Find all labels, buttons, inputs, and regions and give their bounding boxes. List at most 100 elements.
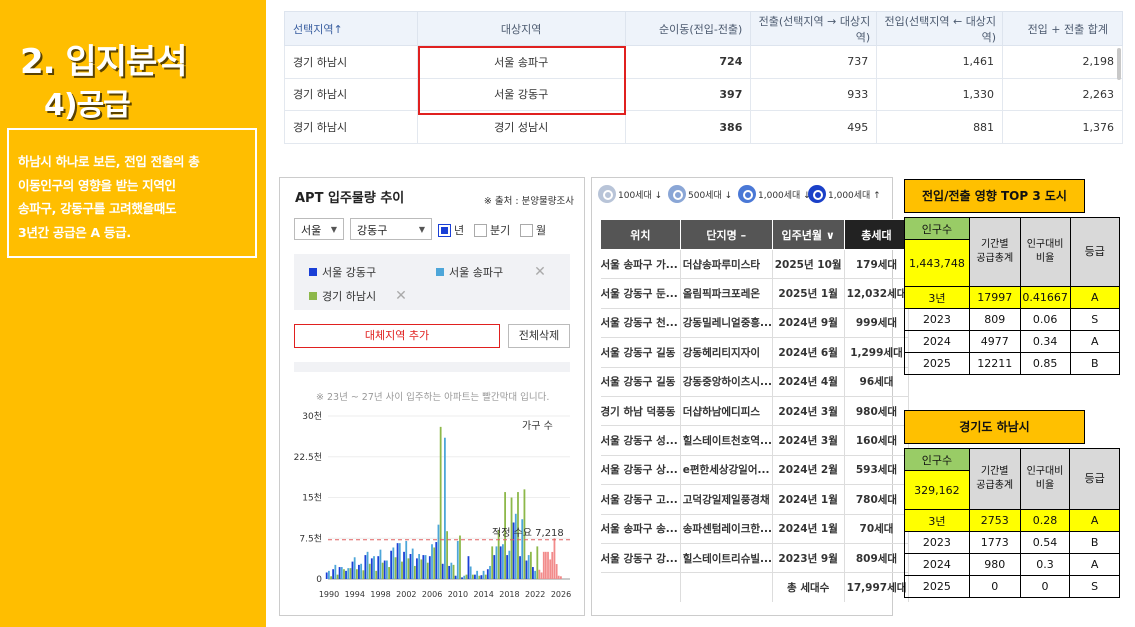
chart-bar[interactable] bbox=[340, 567, 343, 579]
chart-bar[interactable] bbox=[433, 547, 436, 579]
chart-bar[interactable] bbox=[446, 531, 448, 579]
chart-bar[interactable] bbox=[482, 570, 485, 579]
chart-bar[interactable] bbox=[347, 568, 350, 579]
chart-bar[interactable] bbox=[401, 561, 403, 579]
chart-bar[interactable] bbox=[506, 555, 509, 579]
size-filter[interactable]: 500세대 ↓ bbox=[668, 185, 732, 203]
chart-bar[interactable] bbox=[381, 562, 384, 579]
chart-bar[interactable] bbox=[420, 559, 423, 579]
chart-bar[interactable] bbox=[448, 565, 451, 579]
table-row[interactable]: 서울 강동구 천... 강동밀레니얼중흥... 2024년 9월 999세대 bbox=[600, 308, 910, 339]
chart-bar[interactable] bbox=[467, 556, 470, 579]
chart-bar[interactable] bbox=[486, 569, 489, 579]
chart-bar[interactable] bbox=[403, 551, 405, 579]
chart-bar[interactable] bbox=[542, 551, 545, 579]
table-row[interactable]: 경기 하남시 경기 성남시 386 495 881 1,376 bbox=[284, 110, 1123, 144]
chart-bar[interactable] bbox=[364, 555, 367, 579]
chart-bar[interactable] bbox=[398, 543, 401, 579]
chart-bar[interactable] bbox=[553, 538, 556, 579]
close-icon[interactable]: ✕ bbox=[395, 288, 407, 304]
chart-bar[interactable] bbox=[450, 562, 453, 579]
chart-bar[interactable] bbox=[368, 563, 371, 579]
column-header[interactable]: 전입(선택지역 ← 대상지역) bbox=[876, 11, 1004, 46]
table-row[interactable]: 서울 송파구 가... 더샵송파루미스타 2025년 10월 179세대 bbox=[600, 249, 910, 280]
period-month-checkbox[interactable]: 월 bbox=[520, 222, 546, 238]
chart-bar[interactable] bbox=[476, 570, 479, 579]
table-row[interactable]: 서울 송파구 송... 송파센텀레이크한... 2024년 1월 70세대 bbox=[600, 514, 910, 544]
chart-bar[interactable] bbox=[484, 574, 487, 579]
column-header[interactable]: 위치 bbox=[600, 219, 681, 250]
chart-bar[interactable] bbox=[328, 570, 330, 579]
column-header-sort[interactable]: 선택지역↑ bbox=[284, 11, 418, 46]
chart-bar[interactable] bbox=[480, 575, 483, 579]
chart-bar[interactable] bbox=[529, 551, 532, 579]
chart-bar[interactable] bbox=[388, 567, 390, 579]
chart-bar[interactable] bbox=[557, 575, 560, 579]
district-select[interactable]: 강동구 ▼ bbox=[350, 218, 432, 240]
chart-bar[interactable] bbox=[325, 572, 328, 579]
chart-bar[interactable] bbox=[409, 554, 412, 579]
chart-bar[interactable] bbox=[377, 556, 380, 579]
chart-bar[interactable] bbox=[499, 546, 502, 579]
chart-bar[interactable] bbox=[428, 556, 431, 579]
chart-bar[interactable] bbox=[437, 524, 440, 579]
chart-bar[interactable] bbox=[353, 557, 356, 579]
chart-bar[interactable] bbox=[452, 564, 455, 579]
chart-bar[interactable] bbox=[370, 558, 373, 579]
close-icon[interactable]: ✕ bbox=[534, 264, 546, 280]
column-header[interactable]: 순이동(전입-전출) bbox=[624, 11, 752, 46]
chart-bar[interactable] bbox=[411, 548, 414, 579]
chart-bar[interactable] bbox=[424, 555, 427, 579]
chart-bar[interactable] bbox=[390, 550, 393, 579]
chart-bar[interactable] bbox=[358, 564, 360, 579]
chart-bar[interactable] bbox=[465, 574, 468, 579]
chart-bar[interactable] bbox=[330, 576, 332, 579]
column-header[interactable]: 전출(선택지역 → 대상지역) bbox=[750, 11, 878, 46]
chart-bar[interactable] bbox=[538, 569, 541, 579]
chart-bar[interactable] bbox=[413, 565, 416, 579]
chart-bar[interactable] bbox=[549, 559, 552, 579]
period-year-checkbox[interactable]: 년 bbox=[438, 222, 464, 238]
chart-bar[interactable] bbox=[508, 550, 511, 579]
table-row[interactable]: 서울 강동구 둔... 올림픽파크포레온 2025년 1월 12,032세대 bbox=[600, 278, 910, 309]
chart-bar[interactable] bbox=[416, 558, 418, 579]
column-header[interactable]: 전입 + 전출 합계 bbox=[1002, 11, 1123, 46]
chart-bar[interactable] bbox=[441, 563, 444, 579]
chart-bar[interactable] bbox=[366, 551, 369, 579]
size-filter[interactable]: 100세대 ↓ bbox=[598, 185, 662, 203]
chart-bar[interactable] bbox=[560, 576, 562, 579]
size-filter[interactable]: 1,000세대 ↓ bbox=[738, 185, 811, 203]
chart-bar[interactable] bbox=[493, 555, 496, 579]
chart-bar[interactable] bbox=[332, 569, 335, 579]
chart-bar[interactable] bbox=[514, 513, 517, 579]
table-row[interactable]: 서울 강동구 강... 힐스테이트리슈빌... 2023년 9월 809세대 bbox=[600, 543, 910, 574]
chart-bar[interactable] bbox=[444, 437, 446, 579]
chart-bar[interactable] bbox=[343, 569, 345, 579]
column-header[interactable]: 입주년월 ∨ bbox=[771, 219, 845, 250]
chart-bar[interactable] bbox=[519, 556, 521, 579]
period-quarter-checkbox[interactable]: 분기 bbox=[474, 222, 510, 238]
chart-bar[interactable] bbox=[373, 556, 375, 579]
chart-bar[interactable] bbox=[534, 570, 537, 579]
chart-bar[interactable] bbox=[360, 563, 363, 579]
chart-bar[interactable] bbox=[502, 544, 504, 579]
chart-bar[interactable] bbox=[463, 575, 466, 579]
chart-bar[interactable] bbox=[383, 560, 386, 579]
chart-bar[interactable] bbox=[439, 426, 442, 579]
chart-bar[interactable] bbox=[431, 544, 433, 579]
table-row[interactable]: 서울 강동구 상... e편한세상강일어... 2024년 2월 593세대 bbox=[600, 455, 910, 486]
table-row[interactable]: 서울 강동구 고... 고덕강일제일풍경채 2024년 1월 780세대 bbox=[600, 484, 910, 515]
chart-bar[interactable] bbox=[456, 540, 459, 579]
size-filter[interactable]: 1,000세대 ↑ bbox=[808, 185, 881, 203]
column-header[interactable]: 단지명 – bbox=[679, 219, 773, 250]
column-header[interactable]: 총세대 bbox=[843, 219, 910, 250]
chart-bar[interactable] bbox=[461, 577, 463, 579]
table-row[interactable]: 경기 하남시 서울 강동구 397 933 1,330 2,263 bbox=[284, 77, 1123, 112]
chart-bar[interactable] bbox=[386, 560, 388, 579]
chart-bar[interactable] bbox=[351, 561, 354, 579]
chart-bar[interactable] bbox=[474, 574, 476, 579]
chart-bar[interactable] bbox=[527, 555, 530, 579]
chart-bar[interactable] bbox=[396, 543, 399, 579]
chart-bar[interactable] bbox=[345, 570, 347, 579]
table-row[interactable]: 서울 강동구 성... 힐스테이트천호역... 2024년 3월 160세대 bbox=[600, 425, 910, 456]
